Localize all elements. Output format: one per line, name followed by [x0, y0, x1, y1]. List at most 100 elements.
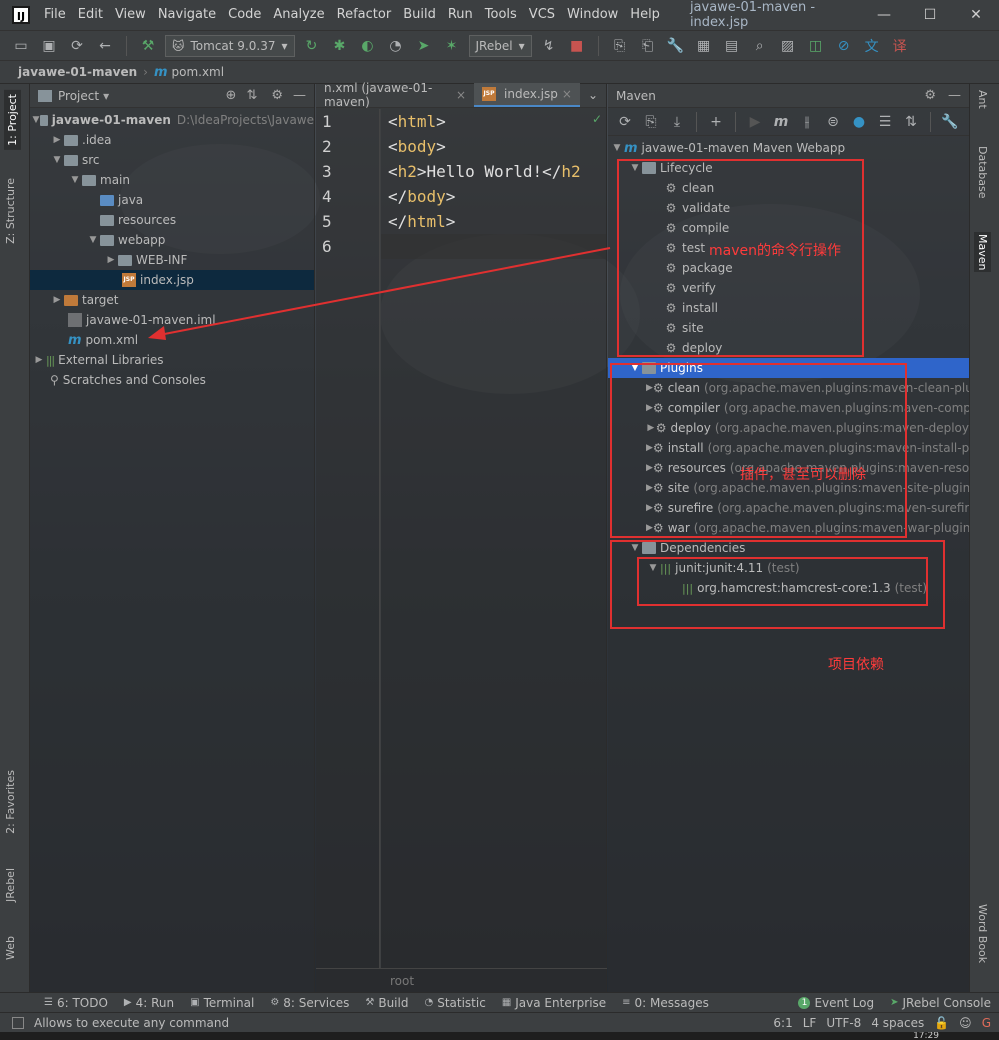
close-tab-icon[interactable]: × — [562, 87, 572, 101]
search-icon[interactable]: ⌕ — [749, 35, 771, 57]
collapse-arrow-icon[interactable]: ▶ — [50, 135, 64, 145]
menu-view[interactable]: View — [109, 0, 152, 30]
translate-alt-icon[interactable]: 译 — [889, 35, 911, 57]
run-tab[interactable]: ▶ 4: Run — [116, 996, 182, 1010]
menu-vcs[interactable]: VCS — [523, 0, 561, 30]
lock-icon[interactable]: 🔓 — [934, 1016, 949, 1030]
reload-icon[interactable]: ⟳ — [614, 111, 636, 133]
collapse-arrow-icon[interactable]: ▶ — [50, 295, 64, 305]
sync-icon[interactable]: ⟳ — [66, 35, 88, 57]
tree-node-external-libraries[interactable]: ▶ ||| External Libraries — [30, 350, 314, 370]
tree-node-root[interactable]: ▼ javawe-01-maven D:\IdeaProjects\Javawe — [30, 110, 314, 130]
open-folder-icon[interactable]: ▭ — [10, 35, 32, 57]
expand-arrow-icon[interactable]: ▼ — [610, 143, 624, 153]
menu-refactor[interactable]: Refactor — [331, 0, 398, 30]
terminal-tab[interactable]: ▣ Terminal — [182, 996, 262, 1010]
gear-icon[interactable]: ⚙ — [924, 88, 936, 103]
menu-window[interactable]: Window — [561, 0, 624, 30]
skip-tests-icon[interactable]: ⊜ — [822, 111, 844, 133]
settings-wrench-icon[interactable]: 🔧 — [939, 111, 961, 133]
gear-icon[interactable]: ⚙ — [271, 88, 283, 103]
collapse-icon[interactable]: ⇅ — [246, 88, 257, 103]
breadcrumb-file[interactable]: pom.xml — [171, 65, 224, 79]
menu-help[interactable]: Help — [624, 0, 666, 30]
build-tab[interactable]: ⚒ Build — [357, 996, 416, 1010]
menu-analyze[interactable]: Analyze — [267, 0, 330, 30]
run-config-select[interactable]: 🐱 Tomcat 9.0.37 ▾ — [165, 34, 295, 57]
coverage-icon[interactable]: ◐ — [357, 35, 379, 57]
tab-index-jsp[interactable]: JSP index.jsp × — [474, 83, 580, 107]
vcs-commit-icon[interactable]: ⎗ — [637, 35, 659, 57]
maven-project-node[interactable]: ▼ m javawe-01-maven Maven Webapp — [608, 138, 969, 158]
file-encoding[interactable]: UTF-8 — [826, 1016, 861, 1030]
hide-icon[interactable]: — — [293, 88, 306, 103]
menu-tools[interactable]: Tools — [479, 0, 523, 30]
tree-node-java[interactable]: java — [30, 190, 314, 210]
close-button[interactable]: ✕ — [953, 0, 999, 30]
menu-file[interactable]: File — [38, 0, 72, 30]
close-tab-icon[interactable]: × — [456, 88, 466, 102]
event-log-tab[interactable]: 1 Event Log — [790, 996, 882, 1010]
tab-pom-xml[interactable]: n.xml (javawe-01-maven) × — [316, 81, 474, 109]
minimize-button[interactable]: — — [861, 0, 907, 30]
vcs-update-icon[interactable]: ⎘ — [609, 35, 631, 57]
menu-code[interactable]: Code — [222, 0, 267, 30]
add-icon[interactable]: + — [705, 111, 727, 133]
code-area[interactable]: <html> <body> <h2>Hello World!</h2 </bod… — [388, 109, 581, 234]
execute-goal-icon[interactable]: m — [770, 111, 792, 133]
attach-icon[interactable]: ↯ — [538, 35, 560, 57]
tab-project[interactable]: 1: Project — [4, 90, 21, 150]
indent-setting[interactable]: 4 spaces — [871, 1016, 924, 1030]
tab-maven[interactable]: Maven — [974, 232, 991, 273]
expand-arrow-icon[interactable]: ▼ — [68, 175, 82, 185]
toggle-offline-icon[interactable]: ⫲ — [796, 111, 818, 133]
generate-sources-icon[interactable]: ⎘ — [640, 111, 662, 133]
google-icon[interactable]: G — [982, 1016, 991, 1030]
stop-icon[interactable]: ■ — [566, 35, 588, 57]
collapse-arrow-icon[interactable]: ▶ — [104, 255, 118, 265]
translate-icon[interactable]: 文 — [861, 35, 883, 57]
rerun-icon[interactable]: ↻ — [301, 35, 323, 57]
editor-breadcrumb[interactable]: root — [316, 968, 607, 992]
expand-arrow-icon[interactable]: ▼ — [50, 155, 64, 165]
tree-node-resources[interactable]: resources — [30, 210, 314, 230]
collapse-all-icon[interactable]: ⇅ — [900, 111, 922, 133]
expand-arrow-icon[interactable]: ▼ — [86, 235, 100, 245]
tool-windows-icon[interactable] — [12, 1016, 24, 1029]
services-tab[interactable]: ⚙ 8: Services — [262, 996, 357, 1010]
menu-navigate[interactable]: Navigate — [152, 0, 222, 30]
build-hammer-icon[interactable]: ⚒ — [137, 35, 159, 57]
expand-all-icon[interactable]: ☰ — [874, 111, 896, 133]
back-icon[interactable]: ← — [94, 35, 116, 57]
locate-icon[interactable]: ⊕ — [226, 88, 237, 103]
tab-web[interactable]: Web — [4, 936, 17, 960]
tree-node-src[interactable]: ▼ src — [30, 150, 314, 170]
inspection-ok-icon[interactable]: ✓ — [592, 112, 602, 126]
cursor-position[interactable]: 6:1 — [773, 1016, 792, 1030]
expand-arrow-icon[interactable]: ▼ — [32, 115, 40, 125]
tab-favorites[interactable]: 2: Favorites — [4, 770, 17, 834]
inspector-icon[interactable]: ☺ — [959, 1016, 972, 1030]
profile-icon[interactable]: ◔ — [385, 35, 407, 57]
maximize-button[interactable]: ☐ — [907, 0, 953, 30]
tab-ant[interactable]: Ant — [976, 90, 989, 109]
run-icon[interactable]: ▶ — [744, 111, 766, 133]
terminal-icon[interactable]: ▤ — [721, 35, 743, 57]
jrebel-console-tab[interactable]: ➤ JRebel Console — [882, 996, 999, 1010]
breadcrumb-project[interactable]: javawe-01-maven — [18, 65, 137, 79]
tabs-menu-chevron-icon[interactable]: ⌄ — [580, 83, 606, 107]
messages-tab[interactable]: ≡ 0: Messages — [614, 996, 717, 1010]
jrebel-debug-icon[interactable]: ✶ — [441, 35, 463, 57]
save-all-icon[interactable]: ▣ — [38, 35, 60, 57]
image-icon[interactable]: ▨ — [777, 35, 799, 57]
no-entry-icon[interactable]: ⊘ — [833, 35, 855, 57]
collapse-arrow-icon[interactable]: ▶ — [32, 355, 46, 365]
settings-wrench-icon[interactable]: 🔧 — [665, 35, 687, 57]
menu-build[interactable]: Build — [397, 0, 442, 30]
download-icon[interactable]: ⤓ — [666, 111, 688, 133]
tab-word-book[interactable]: Word Book — [976, 904, 989, 963]
tab-jrebel[interactable]: JRebel — [4, 868, 17, 902]
debug-icon[interactable]: ✱ — [329, 35, 351, 57]
line-separator[interactable]: LF — [803, 1016, 817, 1030]
statistic-tab[interactable]: ◔ Statistic — [416, 996, 493, 1010]
